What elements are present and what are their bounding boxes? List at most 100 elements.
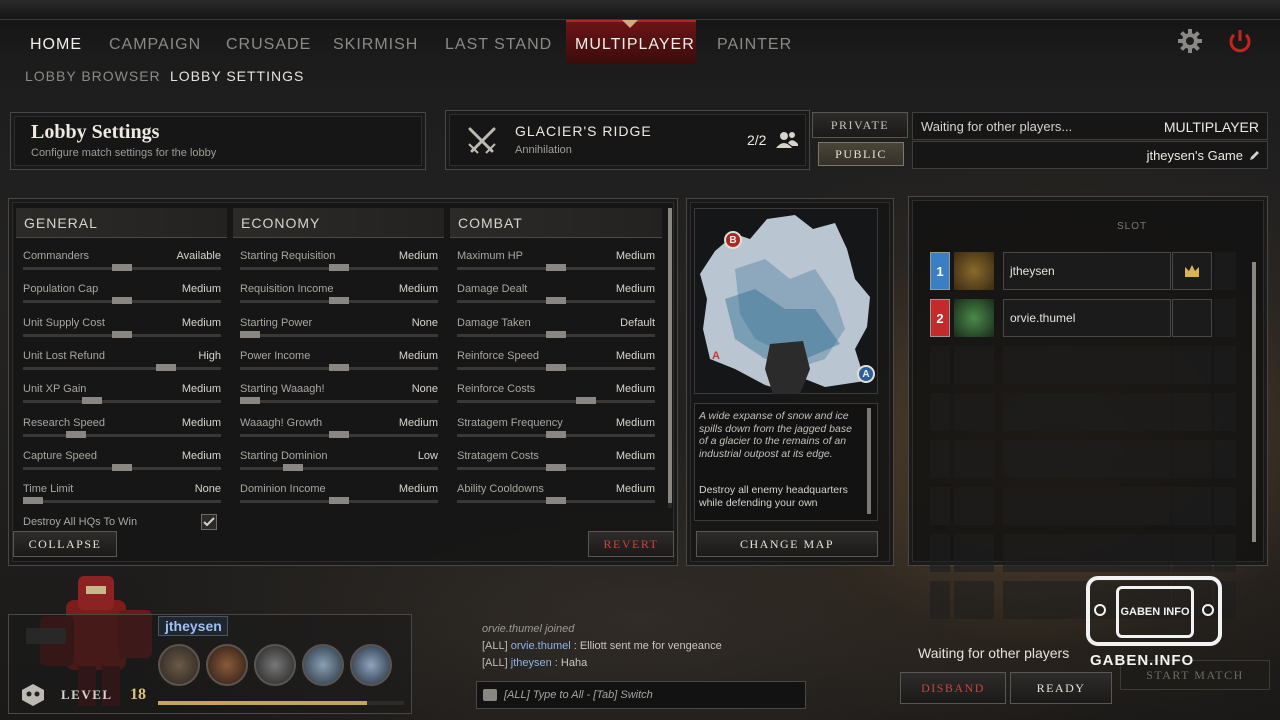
slider-track[interactable] <box>457 400 655 404</box>
subnav-lobby-browser[interactable]: LOBBY BROWSER <box>25 68 161 84</box>
map-description: A wide expanse of snow and ice spills do… <box>699 410 852 460</box>
slider-thumb[interactable] <box>66 430 87 438</box>
slot-extra <box>1214 440 1236 478</box>
combat-setting-row[interactable]: Stratagem Frequency Medium <box>457 417 655 445</box>
slider-thumb[interactable] <box>546 497 566 505</box>
chat-input[interactable]: [ALL] Type to All - [Tab] Switch <box>476 681 806 709</box>
economy-setting-row[interactable]: Starting Requisition Medium <box>240 250 438 278</box>
ability-icon-4[interactable] <box>302 644 344 686</box>
ability-icon-3[interactable] <box>254 644 296 686</box>
slider-track[interactable] <box>240 400 438 404</box>
slider-track[interactable] <box>240 466 438 470</box>
nav-painter[interactable]: PAINTER <box>717 36 792 54</box>
chat-sender[interactable]: orvie.thumel <box>511 640 571 652</box>
slider-thumb[interactable] <box>546 430 566 438</box>
combat-setting-row[interactable]: Stratagem Costs Medium <box>457 450 655 478</box>
slider-thumb[interactable] <box>546 297 566 305</box>
slider-thumb[interactable] <box>112 463 132 471</box>
general-setting-row[interactable]: Time Limit None <box>22 483 221 511</box>
description-scrollbar[interactable] <box>867 408 871 514</box>
general-setting-row[interactable]: Unit Supply Cost Medium <box>23 317 221 345</box>
public-button[interactable]: PUBLIC <box>818 142 904 166</box>
ability-icon-1[interactable] <box>158 644 200 686</box>
slider-thumb[interactable] <box>112 330 132 338</box>
slot-extra <box>1214 393 1236 431</box>
slider-thumb[interactable] <box>329 430 349 438</box>
slider-thumb[interactable] <box>283 463 304 471</box>
combat-setting-row[interactable]: Reinforce Speed Medium <box>457 350 655 378</box>
chat-sender[interactable]: jtheysen <box>511 657 552 669</box>
combat-setting-row[interactable]: Ability Cooldowns Medium <box>457 483 655 511</box>
revert-button[interactable]: REVERT <box>588 531 674 557</box>
slider-thumb[interactable] <box>112 264 132 271</box>
slider-thumb[interactable] <box>112 297 132 305</box>
xp-bar <box>158 701 404 705</box>
ability-icon-5[interactable] <box>350 644 392 686</box>
power-icon[interactable] <box>1226 27 1254 55</box>
economy-setting-row[interactable]: Starting Dominion Low <box>240 450 438 478</box>
general-setting-row[interactable]: Research Speed Medium <box>23 417 221 445</box>
combat-setting-row[interactable]: Damage Taken Default <box>457 317 655 345</box>
slider-thumb[interactable] <box>155 363 176 371</box>
setting-value: High <box>198 349 221 362</box>
economy-setting-row[interactable]: Power Income Medium <box>240 350 438 378</box>
slider-thumb[interactable] <box>575 397 596 405</box>
nav-crusade[interactable]: CRUSADE <box>226 36 311 54</box>
slider-thumb[interactable] <box>329 297 349 305</box>
disband-button[interactable]: DISBAND <box>900 672 1006 704</box>
general-setting-row[interactable]: Unit XP Gain Medium <box>23 383 221 411</box>
change-map-button[interactable]: CHANGE MAP <box>696 531 878 557</box>
slider-thumb[interactable] <box>546 264 566 271</box>
pencil-icon[interactable] <box>1248 149 1260 161</box>
combat-setting-row[interactable]: Damage Dealt Medium <box>457 283 655 311</box>
nav-last-stand[interactable]: LAST STAND <box>445 36 552 54</box>
nav-skirmish[interactable]: SKIRMISH <box>333 36 418 54</box>
destroy-hqs-checkbox[interactable] <box>201 514 217 530</box>
slot-player-name[interactable]: orvie.thumel <box>1003 299 1171 337</box>
subnav-lobby-settings[interactable]: LOBBY SETTINGS <box>170 68 304 84</box>
slider-thumb[interactable] <box>22 497 43 505</box>
combat-setting-row[interactable]: Reinforce Costs Medium <box>457 383 655 411</box>
nav-campaign[interactable]: CAMPAIGN <box>109 36 201 54</box>
collapse-button[interactable]: COLLAPSE <box>13 531 117 557</box>
general-setting-row[interactable]: Population Cap Medium <box>23 283 221 311</box>
setting-value: Default <box>620 316 655 329</box>
slider-thumb[interactable] <box>329 497 349 505</box>
general-setting-row[interactable]: Unit Lost Refund High <box>23 350 221 378</box>
game-name-panel[interactable]: jtheysen's Game <box>912 141 1268 169</box>
slider-thumb[interactable] <box>546 363 566 371</box>
general-setting-row[interactable]: Commanders Available <box>23 250 221 278</box>
mode-label: MULTIPLAYER <box>1163 119 1259 135</box>
economy-setting-row[interactable]: Dominion Income Medium <box>240 483 438 511</box>
slider-track[interactable] <box>23 366 221 370</box>
slider-thumb[interactable] <box>239 330 260 338</box>
nav-multiplayer[interactable]: MULTIPLAYER <box>575 36 695 54</box>
slider-thumb[interactable] <box>546 330 566 338</box>
gear-icon[interactable] <box>1176 27 1204 55</box>
ready-button[interactable]: READY <box>1010 672 1112 704</box>
slot-player-name <box>1003 534 1171 572</box>
slider-thumb[interactable] <box>329 363 349 371</box>
map-preview[interactable] <box>694 208 878 394</box>
ability-icon-2[interactable] <box>206 644 248 686</box>
slot-player-name[interactable]: jtheysen <box>1003 252 1171 290</box>
slider-thumb[interactable] <box>82 397 103 405</box>
slider-thumb[interactable] <box>329 264 349 271</box>
nav-home[interactable]: HOME <box>30 36 82 54</box>
economy-setting-row[interactable]: Starting Waaagh! None <box>239 383 438 411</box>
slider-track[interactable] <box>23 433 221 437</box>
economy-setting-row[interactable]: Requisition Income Medium <box>240 283 438 311</box>
settings-scroll-thumb[interactable] <box>668 208 672 503</box>
slider-thumb[interactable] <box>239 397 260 405</box>
chat-sender[interactable]: orvie.thumel <box>482 623 542 635</box>
general-setting-row[interactable]: Capture Speed Medium <box>23 450 221 478</box>
private-button[interactable]: PRIVATE <box>812 112 908 138</box>
slider-thumb[interactable] <box>546 463 566 471</box>
slider-track[interactable] <box>240 333 438 337</box>
economy-setting-row[interactable]: Starting Power None <box>239 317 438 345</box>
slider-track[interactable] <box>23 400 221 404</box>
economy-setting-row[interactable]: Waaagh! Growth Medium <box>240 417 438 445</box>
combat-setting-row[interactable]: Maximum HP Medium <box>457 250 655 278</box>
slots-scrollbar[interactable] <box>1252 262 1256 542</box>
slider-track[interactable] <box>23 500 221 504</box>
